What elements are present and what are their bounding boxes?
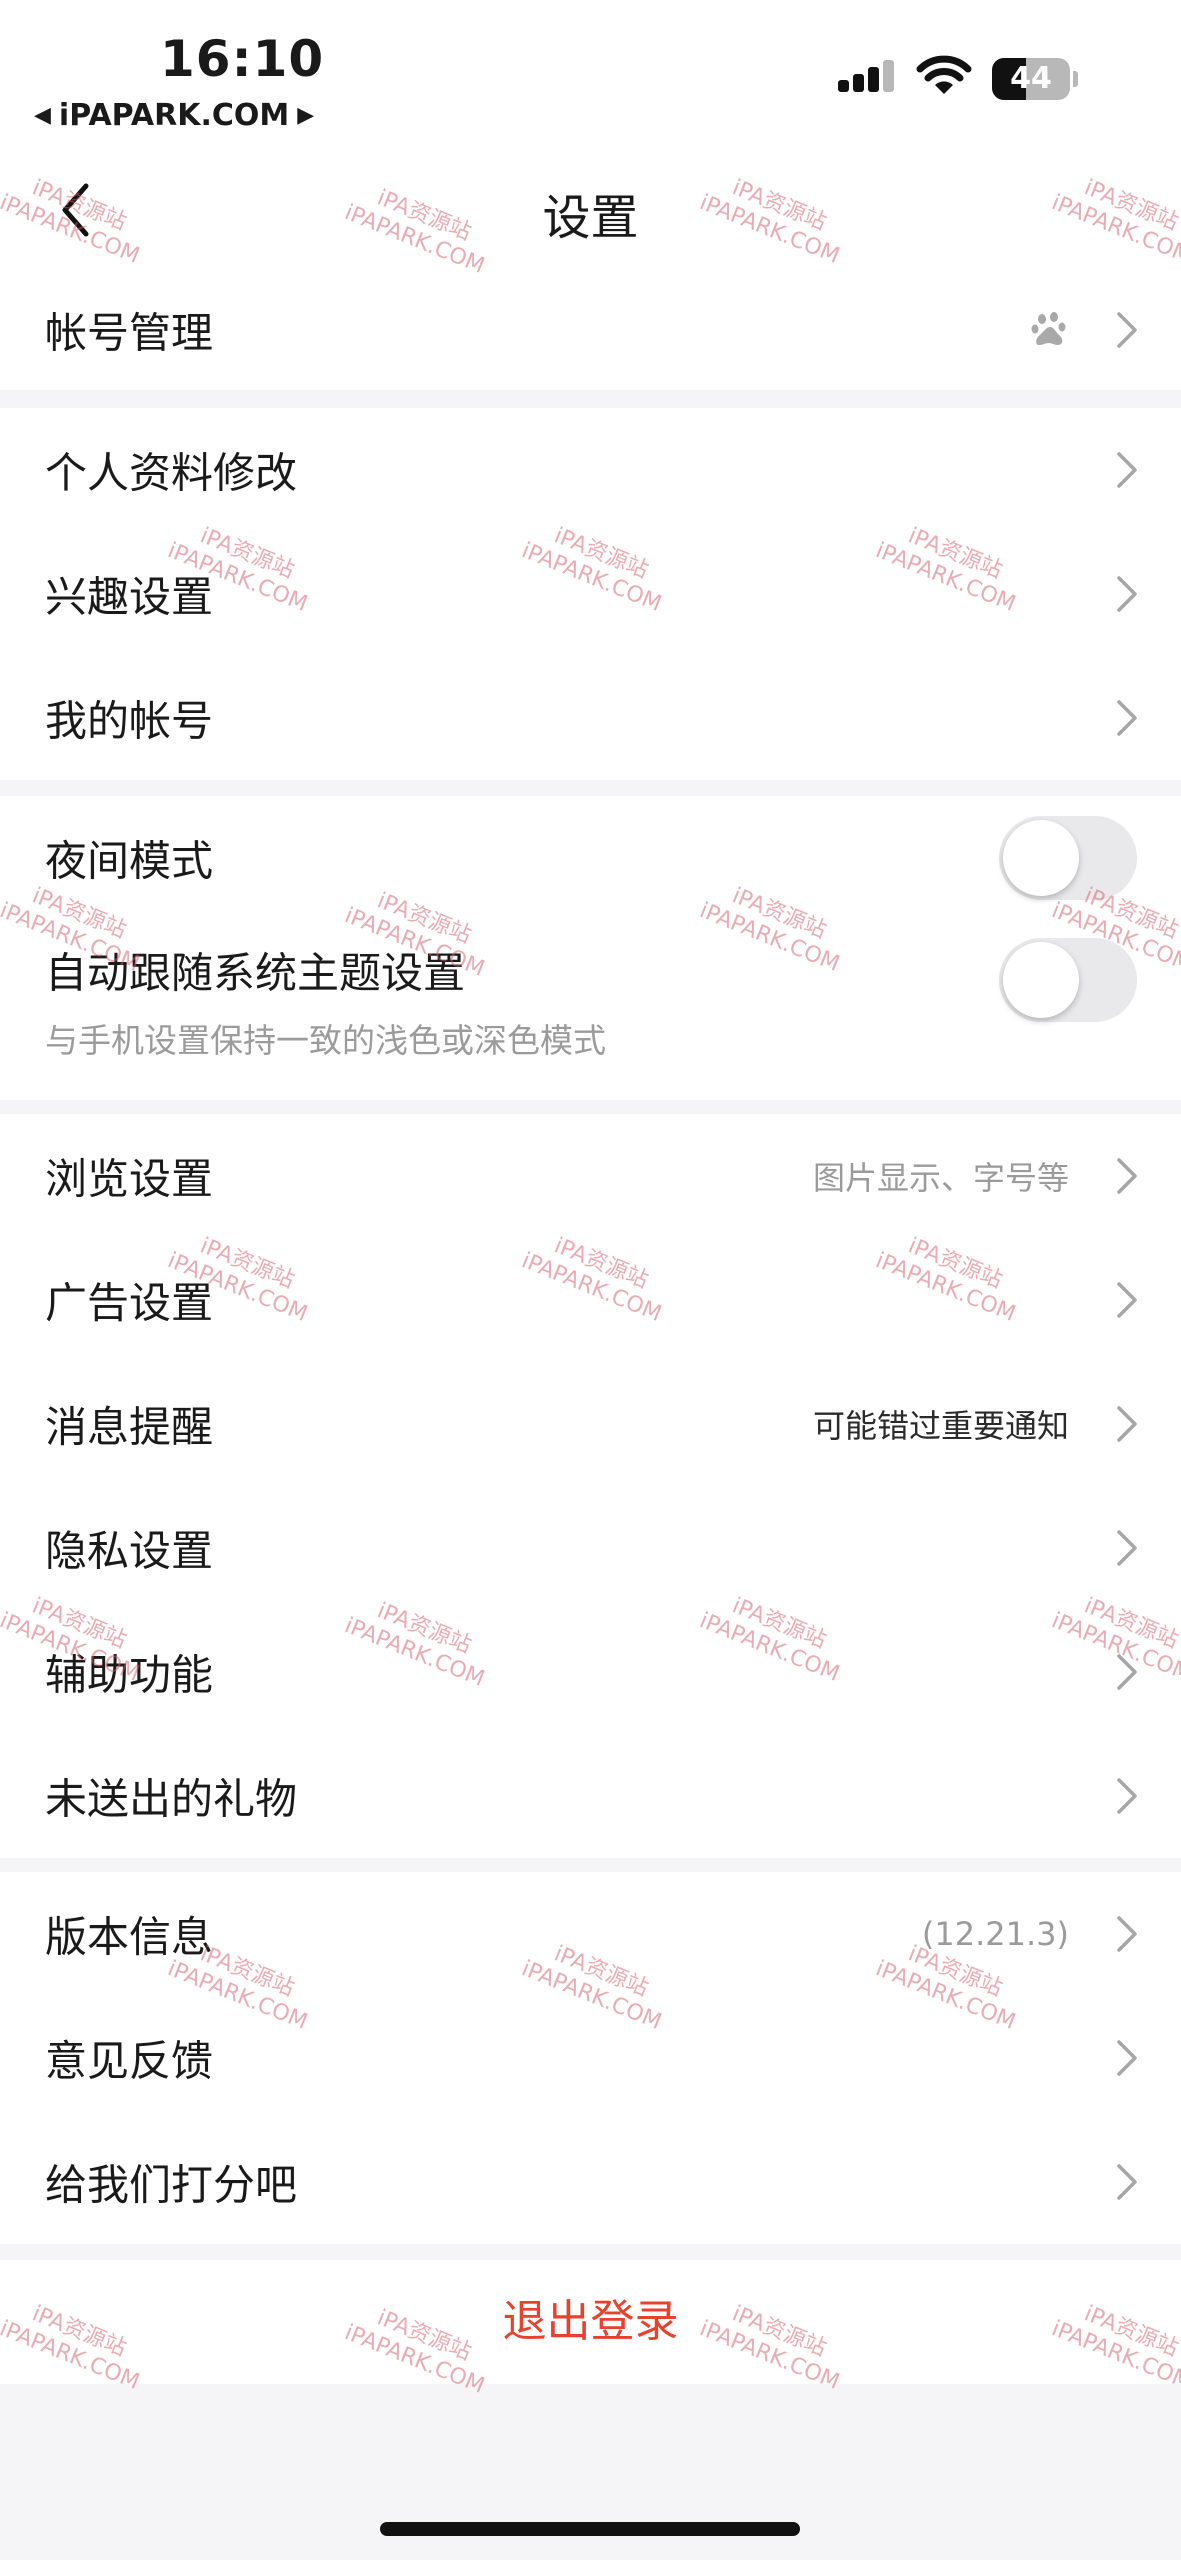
- row-accessibility[interactable]: 辅助功能: [0, 1610, 1181, 1734]
- row-version-info[interactable]: 版本信息 (12.21.3): [0, 1872, 1181, 1996]
- battery-cap: [1073, 71, 1078, 87]
- follow-system-theme-toggle[interactable]: [999, 938, 1137, 1022]
- chevron-right-icon: [1117, 1778, 1137, 1814]
- version-number: (12.21.3): [921, 1915, 1069, 1953]
- chevron-right-icon: [1117, 1654, 1137, 1690]
- row-unsent-gifts[interactable]: 未送出的礼物: [0, 1734, 1181, 1858]
- row-label: 隐私设置: [45, 1526, 214, 1576]
- chevron-right-icon: [1117, 1530, 1137, 1566]
- row-label: 浏览设置: [45, 1154, 214, 1204]
- row-account-management[interactable]: 帐号管理: [0, 270, 1181, 390]
- row-feedback[interactable]: 意见反馈: [0, 1996, 1181, 2120]
- row-message-reminder[interactable]: 消息提醒 可能错过重要通知: [0, 1362, 1181, 1486]
- chevron-right-icon: [1117, 700, 1137, 736]
- settings-group-logout: 退出登录: [0, 2260, 1181, 2384]
- row-label: 帐号管理: [45, 308, 214, 358]
- battery-body: 44: [992, 58, 1070, 100]
- logout-button[interactable]: 退出登录: [0, 2260, 1181, 2384]
- battery-indicator: 44: [992, 58, 1078, 100]
- row-label: 消息提醒: [45, 1402, 214, 1452]
- chevron-right-icon: [1117, 2040, 1137, 2076]
- page-title: 设置: [542, 190, 639, 246]
- battery-level: 44: [1010, 61, 1052, 96]
- carrier-label: iPAPARK.COM: [58, 98, 290, 133]
- settings-group-theme: 夜间模式 自动跟随系统主题设置 与手机设置保持一致的浅色或深色模式: [0, 796, 1181, 1100]
- row-ad-settings[interactable]: 广告设置: [0, 1238, 1181, 1362]
- back-to-app-link[interactable]: ◀ iPAPARK.COM ▶: [34, 98, 314, 133]
- home-indicator[interactable]: [380, 2522, 800, 2536]
- chevron-right-icon: [1117, 576, 1137, 612]
- chevron-right-icon: [1117, 312, 1137, 348]
- settings-group-about: 版本信息 (12.21.3) 意见反馈 给我们打分吧: [0, 1872, 1181, 2244]
- forward-triangle-icon: ▶: [297, 103, 315, 128]
- settings-page: 16:10 ◀ iPAPARK.COM ▶ 44 设置 帐号管理 个人资料修改 …: [0, 0, 1181, 2560]
- status-bar: 16:10 ◀ iPAPARK.COM ▶ 44: [0, 0, 1181, 150]
- cellular-signal-icon: [838, 60, 894, 92]
- night-mode-toggle[interactable]: [999, 816, 1137, 900]
- chevron-right-icon: [1117, 2164, 1137, 2200]
- settings-group-profile: 个人资料修改 兴趣设置 我的帐号: [0, 408, 1181, 780]
- settings-group-general: 浏览设置 图片显示、字号等 广告设置 消息提醒 可能错过重要通知 隐私设置 辅助…: [0, 1114, 1181, 1858]
- row-value: 可能错过重要通知: [812, 1407, 1069, 1445]
- row-label: 意见反馈: [45, 2036, 214, 2086]
- chevron-right-icon: [1117, 1158, 1137, 1194]
- row-label: 未送出的礼物: [45, 1774, 298, 1824]
- wifi-icon: [916, 55, 972, 94]
- row-label: 个人资料修改: [45, 448, 298, 498]
- row-label: 广告设置: [45, 1278, 214, 1328]
- row-label: 兴趣设置: [45, 572, 214, 622]
- row-value: 图片显示、字号等: [812, 1159, 1069, 1197]
- chevron-right-icon: [1117, 1406, 1137, 1442]
- row-label: 给我们打分吧: [45, 2160, 298, 2210]
- toggle-knob: [1003, 820, 1079, 896]
- baidu-paw-icon: [1031, 312, 1066, 345]
- row-my-account[interactable]: 我的帐号: [0, 656, 1181, 780]
- row-subtitle: 与手机设置保持一致的浅色或深色模式: [45, 1021, 606, 1060]
- row-rate-us[interactable]: 给我们打分吧: [0, 2120, 1181, 2244]
- back-triangle-icon: ◀: [34, 103, 51, 128]
- settings-group-account: 帐号管理: [0, 270, 1181, 390]
- row-follow-system-theme: 自动跟随系统主题设置 与手机设置保持一致的浅色或深色模式: [0, 920, 1181, 1100]
- chevron-right-icon: [1117, 1282, 1137, 1318]
- navigation-bar: 设置: [0, 150, 1181, 270]
- row-label: 自动跟随系统主题设置: [45, 948, 466, 998]
- row-edit-profile[interactable]: 个人资料修改: [0, 408, 1181, 532]
- row-label: 我的帐号: [45, 696, 214, 746]
- chevron-right-icon: [1117, 452, 1137, 488]
- status-time: 16:10: [160, 30, 325, 88]
- chevron-right-icon: [1117, 1916, 1137, 1952]
- row-label: 夜间模式: [45, 836, 214, 886]
- row-interest-settings[interactable]: 兴趣设置: [0, 532, 1181, 656]
- row-browse-settings[interactable]: 浏览设置 图片显示、字号等: [0, 1114, 1181, 1238]
- toggle-knob: [1003, 942, 1079, 1018]
- row-night-mode: 夜间模式: [0, 796, 1181, 920]
- row-privacy-settings[interactable]: 隐私设置: [0, 1486, 1181, 1610]
- row-label: 版本信息: [45, 1912, 214, 1962]
- row-label: 辅助功能: [45, 1650, 214, 1700]
